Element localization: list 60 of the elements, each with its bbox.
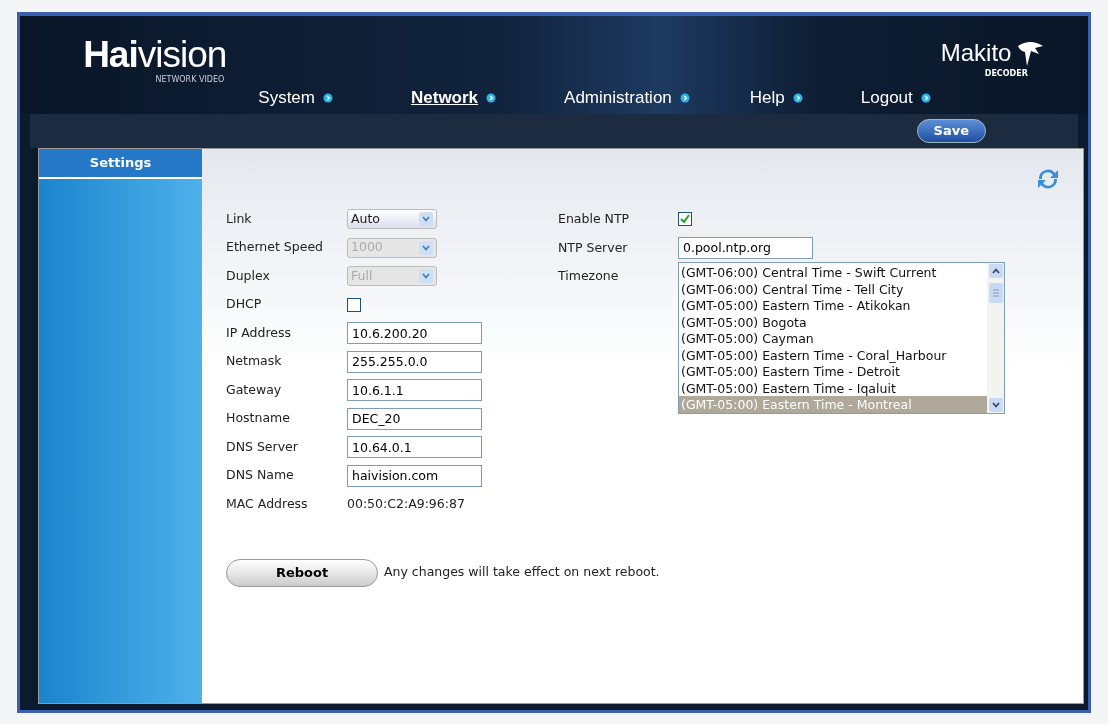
list-option[interactable]: (GMT-05:00) Eastern Time - Detroit bbox=[679, 363, 987, 380]
input-field[interactable]: 255.255.0.0 bbox=[347, 350, 482, 373]
checkbox[interactable] bbox=[678, 212, 692, 227]
list-option[interactable]: (GMT-05:00) Eastern Time - Atikokan bbox=[679, 297, 987, 314]
nav-tab[interactable]: System bbox=[258, 85, 333, 111]
field-label: Timezone bbox=[558, 267, 620, 285]
refresh-icon[interactable] bbox=[1035, 167, 1061, 191]
input-field[interactable]: DEC_20 bbox=[347, 407, 482, 430]
nav-tab[interactable]: Network bbox=[411, 85, 497, 111]
nav-tab[interactable]: Logout bbox=[860, 85, 931, 111]
sidebar-item[interactable]: Settings bbox=[39, 149, 202, 179]
field-value: 00:50:C2:A9:96:87 bbox=[347, 494, 465, 513]
field-label: Link bbox=[226, 209, 253, 228]
bullet-icon bbox=[920, 93, 931, 103]
field-label: DNS Server bbox=[226, 437, 299, 456]
nav-tab[interactable]: Help bbox=[749, 85, 803, 111]
dropdown-caret-icon bbox=[419, 240, 433, 255]
list-option[interactable]: (GMT-05:00) Bogota bbox=[679, 313, 987, 330]
dropdown-field[interactable]: Auto bbox=[347, 209, 437, 230]
field-label: Duplex bbox=[226, 266, 271, 285]
timezone-list[interactable] bbox=[678, 262, 1005, 414]
input-field[interactable]: 10.6.1.1 bbox=[347, 379, 482, 402]
checkbox[interactable] bbox=[347, 297, 361, 312]
scroll-down-icon[interactable] bbox=[988, 398, 1003, 412]
field-label: Gateway bbox=[226, 380, 283, 399]
bullet-icon bbox=[323, 93, 333, 103]
product-subtitle: DECODER bbox=[984, 68, 1028, 80]
list-option[interactable]: (GMT-06:00) Central Time - Swift Current bbox=[679, 264, 987, 281]
scroll-thumb[interactable] bbox=[988, 283, 1003, 303]
dropdown-caret-icon bbox=[419, 212, 433, 227]
field-label: IP Address bbox=[226, 323, 292, 342]
list-option[interactable]: (GMT-05:00) Eastern Time - Coral_Harbour bbox=[679, 346, 987, 363]
bullet-icon bbox=[679, 93, 690, 103]
field-label: NTP Server bbox=[558, 238, 629, 257]
logo-tagline: NETWORK VIDEO bbox=[155, 74, 225, 86]
haivision-logo: Haivision bbox=[83, 36, 227, 73]
input-field[interactable]: haivision.com bbox=[347, 464, 482, 487]
input-field[interactable]: 10.64.0.1 bbox=[347, 436, 482, 459]
field-label: DNS Name bbox=[226, 466, 295, 485]
bullet-icon bbox=[486, 93, 497, 103]
input-field[interactable]: 10.6.200.20 bbox=[347, 322, 482, 345]
product-name: Makito bbox=[940, 41, 1012, 65]
field-label: Ethernet Speed bbox=[226, 238, 324, 257]
list-option[interactable]: (GMT-05:00) Eastern Time - Iqaluit bbox=[679, 379, 987, 396]
list-option[interactable]: (GMT-06:00) Central Time - Tell City bbox=[679, 280, 987, 297]
list-option[interactable]: (GMT-05:00) Cayman bbox=[679, 330, 987, 347]
save-button[interactable]: Save bbox=[916, 119, 986, 143]
scroll-up-icon[interactable] bbox=[988, 264, 1003, 278]
field-label: Netmask bbox=[226, 352, 283, 371]
input-field[interactable]: 0.pool.ntp.org bbox=[678, 236, 813, 259]
field-label: DHCP bbox=[226, 295, 263, 314]
reboot-note: Any changes will take effect on next reboot. bbox=[384, 563, 660, 582]
dropdown-caret-icon bbox=[419, 269, 433, 284]
reboot-button[interactable]: Reboot bbox=[226, 558, 378, 587]
bullet-icon bbox=[792, 93, 803, 103]
field-label: Enable NTP bbox=[558, 210, 631, 228]
nav-tab[interactable]: Administration bbox=[564, 85, 690, 111]
field-label: MAC Address bbox=[226, 494, 309, 513]
scrollbar[interactable] bbox=[987, 263, 1004, 413]
field-label: Hostname bbox=[226, 409, 291, 428]
